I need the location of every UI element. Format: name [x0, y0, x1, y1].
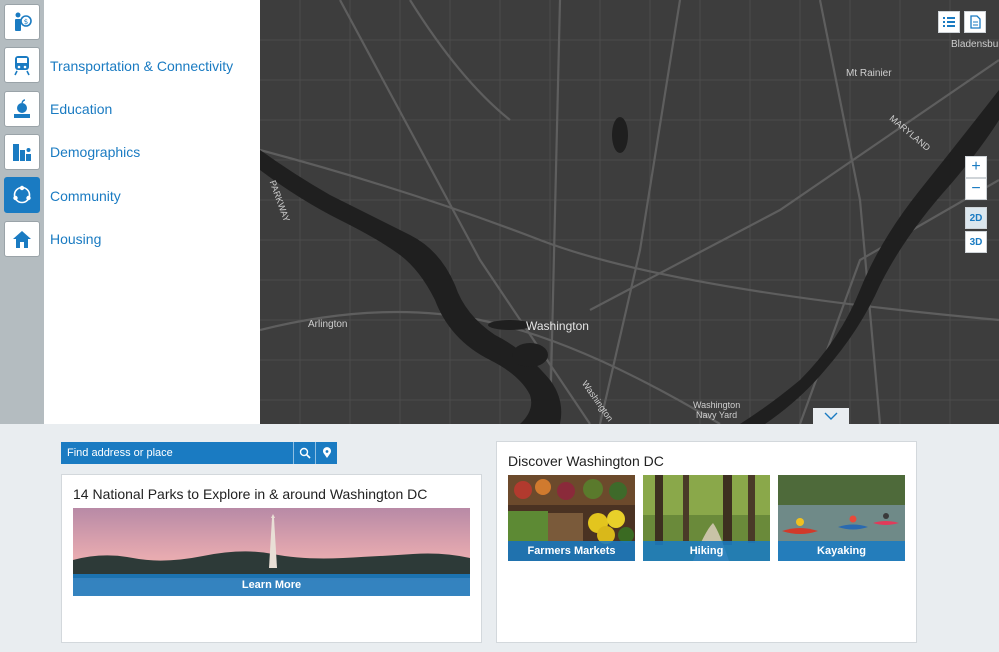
search-icon: [299, 447, 311, 459]
kayaking-tile[interactable]: Kayaking: [778, 475, 905, 561]
menu-item-housing[interactable]: Housing: [50, 231, 101, 247]
national-parks-card: 14 National Parks to Explore in & around…: [61, 474, 482, 643]
chart-people-icon: [13, 144, 31, 161]
kayaking-label: Kayaking: [778, 541, 905, 561]
view-2d-button[interactable]: 2D: [965, 207, 987, 229]
discover-card-title: Discover Washington DC: [508, 453, 664, 469]
svg-text:$: $: [24, 18, 28, 26]
apple-icon: [14, 99, 30, 118]
map-label-mt-rainier: Mt Rainier: [846, 68, 892, 79]
map-pin-icon: [322, 447, 331, 458]
list-icon: [943, 17, 955, 27]
search-input[interactable]: [61, 442, 293, 464]
washington-monument-image: Learn More: [73, 508, 470, 596]
menu-item-community[interactable]: Community: [50, 188, 121, 204]
zoom-in-button[interactable]: +: [965, 156, 987, 178]
map-label-washington: Washington: [526, 319, 589, 333]
house-icon: [13, 231, 31, 248]
money-person-icon: $: [15, 12, 32, 31]
category-menu: Transportation & Connectivity Education …: [44, 0, 260, 424]
search-button[interactable]: [293, 442, 315, 464]
map-label-bladensburg: Bladensburg: [951, 39, 999, 50]
map-label-navy-yard-line1: Washington: [693, 400, 741, 410]
farmers-markets-label: Farmers Markets: [508, 541, 635, 561]
learn-more-button[interactable]: Learn More: [73, 574, 470, 596]
discover-card: Discover Washington DC Farmers Markets H…: [496, 441, 917, 643]
legend-list-button[interactable]: [938, 11, 960, 33]
farmers-markets-tile[interactable]: Farmers Markets: [508, 475, 635, 561]
map-label-navy-yard-line2: Navy Yard: [696, 410, 738, 420]
map-basemap: [260, 0, 999, 424]
train-icon: [14, 56, 30, 76]
community-circle-icon: [13, 185, 31, 204]
finance-category-button[interactable]: $: [4, 4, 40, 40]
map-view[interactable]: Bladensburg Mt Rainier MARYLAND PARKWAY …: [260, 0, 999, 424]
map-label-navy-yard: Washington Navy Yard: [693, 400, 740, 420]
menu-item-demographics[interactable]: Demographics: [50, 144, 140, 160]
view-3d-button[interactable]: 3D: [965, 231, 987, 253]
hiking-tile[interactable]: Hiking: [643, 475, 770, 561]
locate-button[interactable]: [315, 442, 337, 464]
document-button[interactable]: [964, 11, 986, 33]
category-rail: $: [0, 0, 44, 424]
map-label-arlington: Arlington: [308, 319, 348, 330]
housing-category-button[interactable]: [4, 221, 40, 257]
parks-card-title: 14 National Parks to Explore in & around…: [73, 486, 428, 502]
community-category-button[interactable]: [4, 177, 40, 213]
hiking-label: Hiking: [643, 541, 770, 561]
menu-item-transportation[interactable]: Transportation & Connectivity: [50, 58, 233, 74]
education-category-button[interactable]: [4, 91, 40, 127]
transportation-category-button[interactable]: [4, 47, 40, 83]
zoom-out-button[interactable]: −: [965, 178, 987, 200]
chevron-down-icon: [824, 412, 838, 420]
demographics-category-button[interactable]: [4, 134, 40, 170]
search-bar: [61, 442, 337, 464]
document-icon: [970, 15, 981, 29]
collapse-panel-button[interactable]: [813, 408, 849, 424]
menu-item-education[interactable]: Education: [50, 101, 112, 117]
app-root: $ Transportation & Connectivity Educatio…: [0, 0, 999, 652]
